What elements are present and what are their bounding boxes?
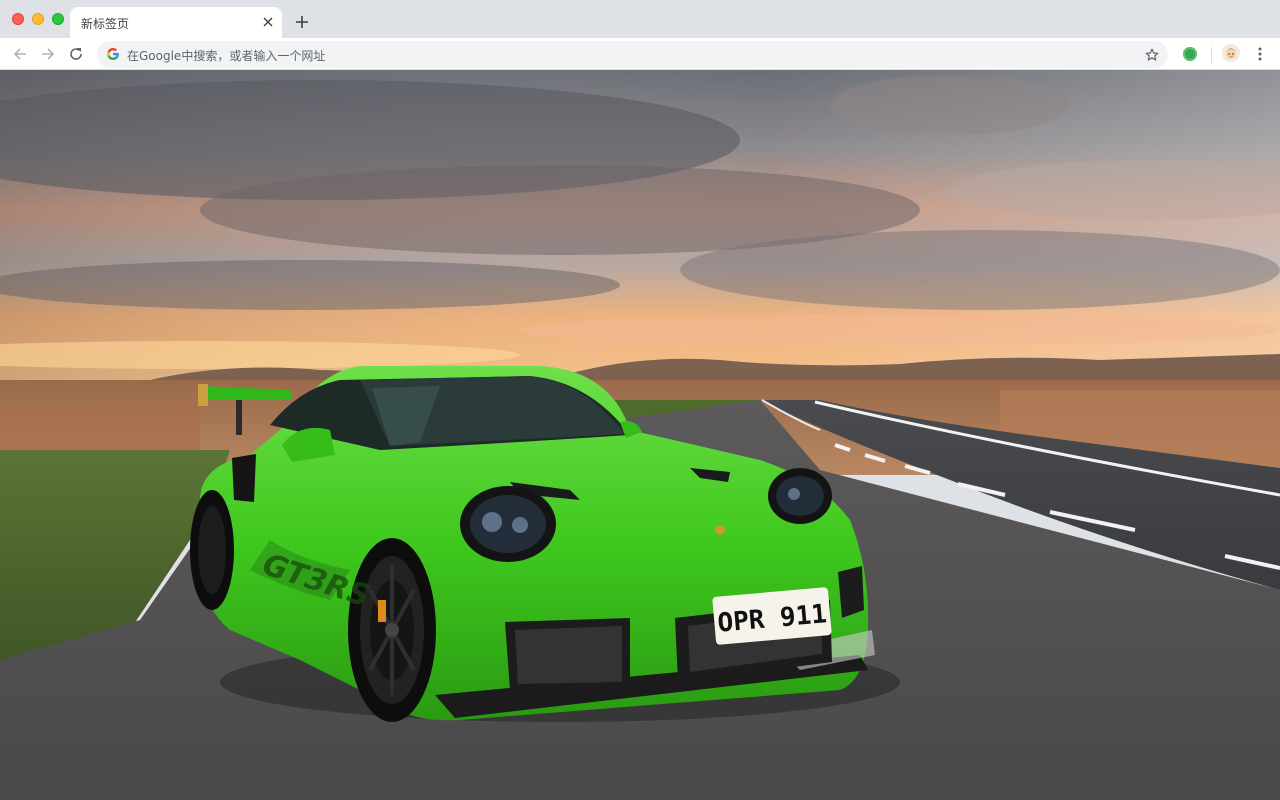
background-image: OPR 911 GT3RS	[0, 70, 1280, 800]
arrow-right-icon	[42, 48, 55, 60]
address-bar[interactable]: 在Google中搜索，或者输入一个网址	[97, 41, 1168, 68]
menu-button[interactable]	[1250, 44, 1270, 64]
plus-icon	[296, 16, 308, 28]
new-tab-background: OPR 911 GT3RS	[0, 70, 1280, 800]
extension-icon	[1183, 47, 1197, 61]
toolbar-divider	[1211, 47, 1212, 63]
window-minimize-button[interactable]	[32, 13, 44, 25]
extension-button[interactable]	[1180, 44, 1200, 64]
new-tab-button[interactable]	[292, 12, 312, 32]
tab-title: 新标签页	[81, 17, 130, 31]
back-button[interactable]	[10, 44, 30, 64]
reload-icon	[70, 48, 82, 60]
tab-close-icon[interactable]	[260, 14, 276, 30]
browser-toolbar: 在Google中搜索，或者输入一个网址	[0, 38, 1280, 70]
tab-strip: 新标签页	[0, 0, 1280, 38]
avatar-face-icon	[1222, 44, 1240, 62]
reload-button[interactable]	[66, 44, 86, 64]
more-vert-icon	[1258, 47, 1262, 61]
arrow-left-icon	[13, 48, 26, 60]
forward-button[interactable]	[38, 44, 58, 64]
window-maximize-button[interactable]	[52, 13, 64, 25]
google-g-icon	[106, 47, 119, 61]
address-bar-placeholder: 在Google中搜索，或者输入一个网址	[127, 49, 326, 63]
bookmark-star-icon[interactable]	[1143, 46, 1160, 63]
window-close-button[interactable]	[12, 13, 24, 25]
tab-new-tab[interactable]: 新标签页	[70, 7, 282, 38]
profile-avatar[interactable]	[1222, 44, 1240, 62]
